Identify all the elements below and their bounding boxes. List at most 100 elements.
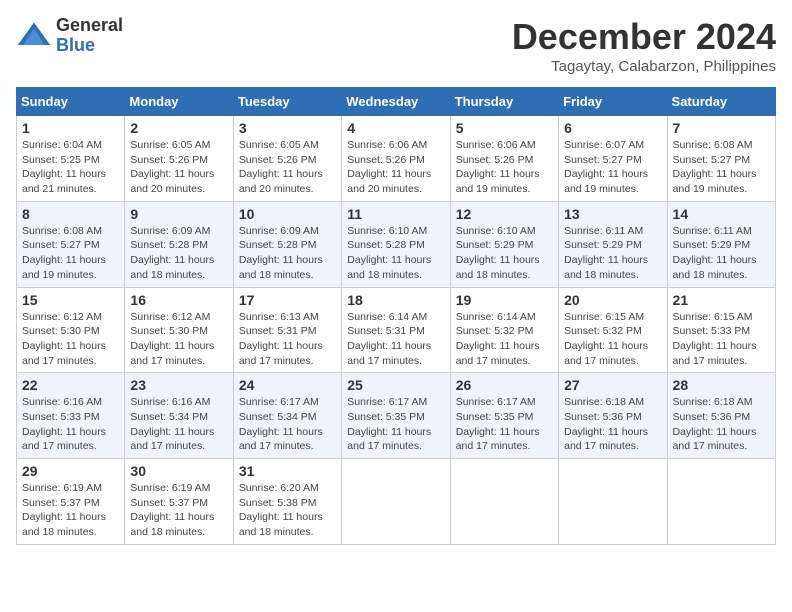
- day-number: 2: [130, 120, 227, 136]
- day-number: 15: [22, 292, 119, 308]
- header: General Blue December 2024 Tagaytay, Cal…: [16, 16, 776, 75]
- day-detail: Sunrise: 6:06 AMSunset: 5:26 PMDaylight:…: [456, 138, 553, 197]
- day-detail: Sunrise: 6:08 AMSunset: 5:27 PMDaylight:…: [673, 138, 770, 197]
- col-saturday: Saturday: [667, 88, 775, 116]
- day-detail: Sunrise: 6:17 AMSunset: 5:34 PMDaylight:…: [239, 395, 336, 454]
- day-number: 18: [347, 292, 444, 308]
- day-detail: Sunrise: 6:12 AMSunset: 5:30 PMDaylight:…: [22, 310, 119, 369]
- table-row: 21 Sunrise: 6:15 AMSunset: 5:33 PMDayligh…: [667, 287, 775, 373]
- day-detail: Sunrise: 6:14 AMSunset: 5:32 PMDaylight:…: [456, 310, 553, 369]
- calendar-week-row: 15 Sunrise: 6:12 AMSunset: 5:30 PMDayligh…: [17, 287, 776, 373]
- day-detail: Sunrise: 6:09 AMSunset: 5:28 PMDaylight:…: [239, 224, 336, 283]
- table-row: 31 Sunrise: 6:20 AMSunset: 5:38 PMDayligh…: [233, 459, 341, 545]
- table-row: 11 Sunrise: 6:10 AMSunset: 5:28 PMDayligh…: [342, 201, 450, 287]
- day-detail: Sunrise: 6:07 AMSunset: 5:27 PMDaylight:…: [564, 138, 661, 197]
- day-number: 11: [347, 206, 444, 222]
- col-thursday: Thursday: [450, 88, 558, 116]
- day-number: 19: [456, 292, 553, 308]
- logo-icon: [16, 18, 52, 54]
- day-detail: Sunrise: 6:17 AMSunset: 5:35 PMDaylight:…: [347, 395, 444, 454]
- day-detail: Sunrise: 6:19 AMSunset: 5:37 PMDaylight:…: [130, 481, 227, 540]
- day-number: 8: [22, 206, 119, 222]
- day-detail: Sunrise: 6:14 AMSunset: 5:31 PMDaylight:…: [347, 310, 444, 369]
- day-detail: Sunrise: 6:15 AMSunset: 5:32 PMDaylight:…: [564, 310, 661, 369]
- calendar-week-row: 1 Sunrise: 6:04 AMSunset: 5:25 PMDaylight…: [17, 116, 776, 202]
- location-title: Tagaytay, Calabarzon, Philippines: [512, 58, 776, 75]
- day-number: 4: [347, 120, 444, 136]
- calendar-table: Sunday Monday Tuesday Wednesday Thursday…: [16, 87, 776, 545]
- day-number: 31: [239, 463, 336, 479]
- day-detail: Sunrise: 6:18 AMSunset: 5:36 PMDaylight:…: [673, 395, 770, 454]
- day-number: 20: [564, 292, 661, 308]
- table-row: 1 Sunrise: 6:04 AMSunset: 5:25 PMDaylight…: [17, 116, 125, 202]
- table-row: 3 Sunrise: 6:05 AMSunset: 5:26 PMDaylight…: [233, 116, 341, 202]
- day-number: 25: [347, 377, 444, 393]
- calendar-week-row: 8 Sunrise: 6:08 AMSunset: 5:27 PMDaylight…: [17, 201, 776, 287]
- day-detail: Sunrise: 6:20 AMSunset: 5:38 PMDaylight:…: [239, 481, 336, 540]
- day-number: 29: [22, 463, 119, 479]
- day-detail: Sunrise: 6:10 AMSunset: 5:28 PMDaylight:…: [347, 224, 444, 283]
- table-row: 13 Sunrise: 6:11 AMSunset: 5:29 PMDayligh…: [559, 201, 667, 287]
- day-detail: Sunrise: 6:04 AMSunset: 5:25 PMDaylight:…: [22, 138, 119, 197]
- day-number: 14: [673, 206, 770, 222]
- day-number: 10: [239, 206, 336, 222]
- day-detail: Sunrise: 6:13 AMSunset: 5:31 PMDaylight:…: [239, 310, 336, 369]
- day-number: 3: [239, 120, 336, 136]
- day-number: 13: [564, 206, 661, 222]
- logo-general-text: General: [56, 15, 123, 35]
- table-row: 5Sunrise: 6:06 AMSunset: 5:26 PMDaylight…: [450, 116, 558, 202]
- table-row: 2 Sunrise: 6:05 AMSunset: 5:26 PMDaylight…: [125, 116, 233, 202]
- day-number: 28: [673, 377, 770, 393]
- day-detail: Sunrise: 6:09 AMSunset: 5:28 PMDaylight:…: [130, 224, 227, 283]
- day-detail: Sunrise: 6:16 AMSunset: 5:33 PMDaylight:…: [22, 395, 119, 454]
- day-detail: Sunrise: 6:16 AMSunset: 5:34 PMDaylight:…: [130, 395, 227, 454]
- table-row: 6 Sunrise: 6:07 AMSunset: 5:27 PMDaylight…: [559, 116, 667, 202]
- day-detail: Sunrise: 6:18 AMSunset: 5:36 PMDaylight:…: [564, 395, 661, 454]
- table-row: 4 Sunrise: 6:06 AMSunset: 5:26 PMDaylight…: [342, 116, 450, 202]
- day-detail: Sunrise: 6:05 AMSunset: 5:26 PMDaylight:…: [130, 138, 227, 197]
- table-row: [342, 459, 450, 545]
- table-row: [667, 459, 775, 545]
- day-number: 6: [564, 120, 661, 136]
- title-area: December 2024 Tagaytay, Calabarzon, Phil…: [512, 16, 776, 75]
- day-number: 21: [673, 292, 770, 308]
- table-row: 18 Sunrise: 6:14 AMSunset: 5:31 PMDayligh…: [342, 287, 450, 373]
- table-row: 8 Sunrise: 6:08 AMSunset: 5:27 PMDaylight…: [17, 201, 125, 287]
- table-row: 7 Sunrise: 6:08 AMSunset: 5:27 PMDaylight…: [667, 116, 775, 202]
- day-number: 17: [239, 292, 336, 308]
- calendar-header-row: Sunday Monday Tuesday Wednesday Thursday…: [17, 88, 776, 116]
- col-wednesday: Wednesday: [342, 88, 450, 116]
- table-row: 25 Sunrise: 6:17 AMSunset: 5:35 PMDayligh…: [342, 373, 450, 459]
- table-row: 12Sunrise: 6:10 AMSunset: 5:29 PMDayligh…: [450, 201, 558, 287]
- table-row: 27 Sunrise: 6:18 AMSunset: 5:36 PMDayligh…: [559, 373, 667, 459]
- table-row: 15 Sunrise: 6:12 AMSunset: 5:30 PMDayligh…: [17, 287, 125, 373]
- table-row: 22Sunrise: 6:16 AMSunset: 5:33 PMDayligh…: [17, 373, 125, 459]
- table-row: 28 Sunrise: 6:18 AMSunset: 5:36 PMDayligh…: [667, 373, 775, 459]
- month-title: December 2024: [512, 16, 776, 58]
- table-row: 19 Sunrise: 6:14 AMSunset: 5:32 PMDayligh…: [450, 287, 558, 373]
- day-number: 16: [130, 292, 227, 308]
- day-detail: Sunrise: 6:11 AMSunset: 5:29 PMDaylight:…: [564, 224, 661, 283]
- day-detail: Sunrise: 6:15 AMSunset: 5:33 PMDaylight:…: [673, 310, 770, 369]
- day-number: 26: [456, 377, 553, 393]
- col-monday: Monday: [125, 88, 233, 116]
- calendar-week-row: 22Sunrise: 6:16 AMSunset: 5:33 PMDayligh…: [17, 373, 776, 459]
- table-row: 14 Sunrise: 6:11 AMSunset: 5:29 PMDayligh…: [667, 201, 775, 287]
- day-detail: Sunrise: 6:08 AMSunset: 5:27 PMDaylight:…: [22, 224, 119, 283]
- day-detail: Sunrise: 6:05 AMSunset: 5:26 PMDaylight:…: [239, 138, 336, 197]
- logo-blue-text: Blue: [56, 35, 95, 55]
- logo: General Blue: [16, 16, 123, 56]
- day-number: 1: [22, 120, 119, 136]
- col-tuesday: Tuesday: [233, 88, 341, 116]
- table-row: 23Sunrise: 6:16 AMSunset: 5:34 PMDayligh…: [125, 373, 233, 459]
- day-number: 7: [673, 120, 770, 136]
- table-row: 26Sunrise: 6:17 AMSunset: 5:35 PMDayligh…: [450, 373, 558, 459]
- table-row: [450, 459, 558, 545]
- day-number: 27: [564, 377, 661, 393]
- day-detail: Sunrise: 6:06 AMSunset: 5:26 PMDaylight:…: [347, 138, 444, 197]
- day-detail: Sunrise: 6:12 AMSunset: 5:30 PMDaylight:…: [130, 310, 227, 369]
- table-row: 9Sunrise: 6:09 AMSunset: 5:28 PMDaylight…: [125, 201, 233, 287]
- day-detail: Sunrise: 6:11 AMSunset: 5:29 PMDaylight:…: [673, 224, 770, 283]
- day-number: 30: [130, 463, 227, 479]
- table-row: 30 Sunrise: 6:19 AMSunset: 5:37 PMDayligh…: [125, 459, 233, 545]
